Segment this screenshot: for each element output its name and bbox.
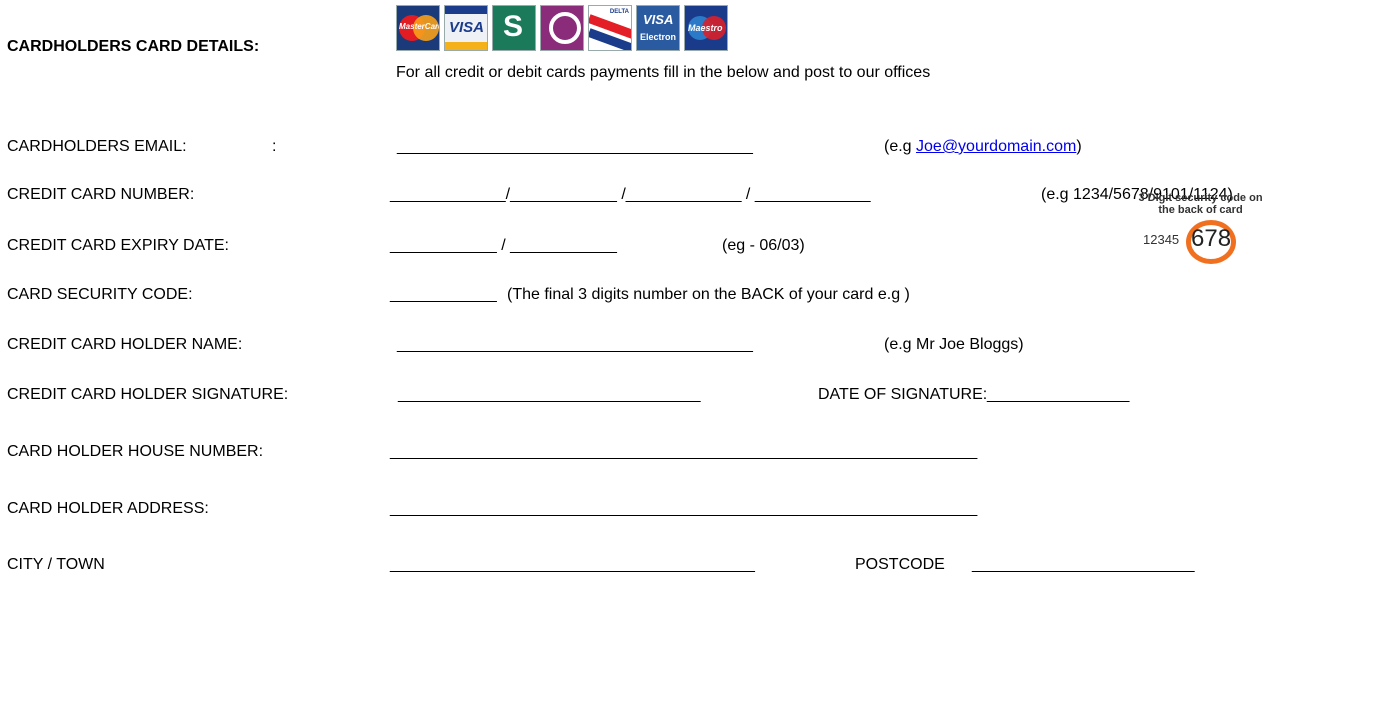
- holder-name-field[interactable]: ________________________________________: [397, 335, 753, 355]
- house-number-label: CARD HOLDER HOUSE NUMBER:: [7, 443, 264, 460]
- signature-label: CREDIT CARD HOLDER SIGNATURE:: [7, 386, 289, 403]
- signature-field[interactable]: __________________________________: [398, 385, 701, 405]
- date-of-signature-field[interactable]: ________________: [987, 385, 1129, 405]
- postcode-label: POSTCODE: [855, 556, 945, 573]
- security-code-caption: 3 Digit security code on the back of car…: [1138, 192, 1263, 216]
- address-field[interactable]: ________________________________________…: [390, 499, 977, 519]
- page-title: CARDHOLDERS CARD DETAILS:: [7, 38, 260, 55]
- holder-name-hint: (e.g Mr Joe Bloggs): [884, 336, 1024, 353]
- mastercard-logo: MasterCard: [396, 5, 440, 51]
- house-number-field[interactable]: ________________________________________…: [390, 442, 977, 462]
- security-code-hint: (The final 3 digits number on the BACK o…: [507, 286, 910, 303]
- email-colon: :: [272, 138, 277, 155]
- postcode-field[interactable]: _________________________: [972, 555, 1194, 575]
- maestro-logo: Maestro: [684, 5, 728, 51]
- date-of-signature-label: DATE OF SIGNATURE:: [818, 386, 988, 403]
- visa-electron-logo: VISA Electron: [636, 5, 680, 51]
- email-label: CARDHOLDERS EMAIL:: [7, 138, 187, 155]
- security-code-example: 678: [1191, 225, 1232, 252]
- holder-name-label: CREDIT CARD HOLDER NAME:: [7, 336, 243, 353]
- visa-logo: VISA: [444, 5, 488, 51]
- security-code-label: CARD SECURITY CODE:: [7, 286, 193, 303]
- instruction-text: For all credit or debit cards payments f…: [396, 64, 931, 81]
- card-logos: MasterCard VISA S DELTA VISA Electron Mae…: [396, 5, 728, 51]
- email-hint: (e.g Joe@yourdomain.com): [884, 138, 1082, 155]
- city-field[interactable]: ________________________________________…: [390, 555, 755, 575]
- switch-logo: S: [492, 5, 536, 51]
- card-number-label: CREDIT CARD NUMBER:: [7, 186, 195, 203]
- delta-logo: DELTA: [588, 5, 632, 51]
- security-code-field[interactable]: ____________: [390, 285, 497, 305]
- expiry-hint: (eg - 06/03): [722, 237, 805, 254]
- city-label: CITY / TOWN: [7, 556, 105, 573]
- expiry-label: CREDIT CARD EXPIRY DATE:: [7, 237, 229, 254]
- card-number-field[interactable]: _____________/____________ /____________…: [390, 185, 871, 205]
- solo-logo: [540, 5, 584, 51]
- email-field[interactable]: ________________________________________: [397, 137, 753, 157]
- address-label: CARD HOLDER ADDRESS:: [7, 500, 209, 517]
- email-example-link[interactable]: Joe@yourdomain.com: [916, 138, 1076, 155]
- card-digits-example: 12345: [1143, 232, 1180, 247]
- expiry-field[interactable]: ____________ / ____________: [390, 236, 617, 256]
